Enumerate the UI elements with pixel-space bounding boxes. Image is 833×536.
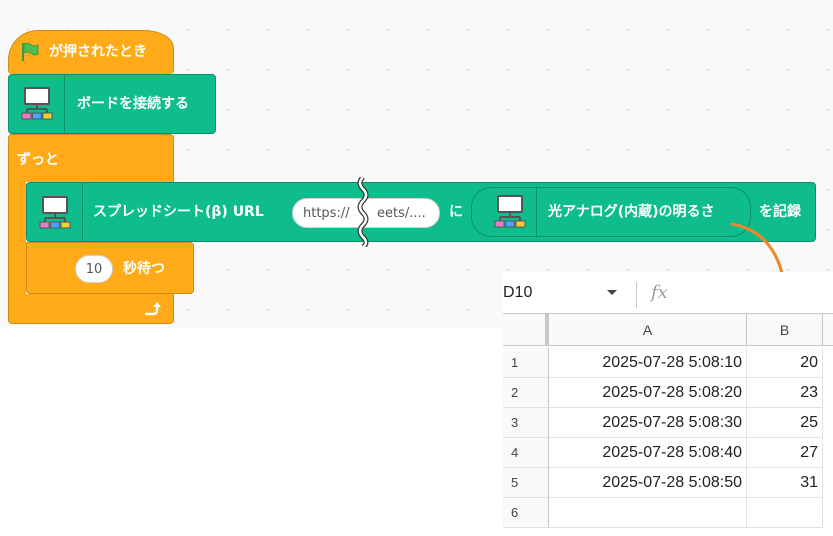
cell-a4[interactable]: 2025-07-28 5:08:40 <box>549 438 747 468</box>
cell-a6[interactable] <box>549 498 747 528</box>
forever-block-top[interactable]: ずっと <box>8 134 174 182</box>
cell-b5[interactable]: 31 <box>747 468 823 498</box>
column-header-b[interactable]: B <box>747 314 823 346</box>
cell-b2[interactable]: 23 <box>747 378 823 408</box>
sheet-grid[interactable]: A B 1 2025-07-28 5:08:10 20 2 2025-07-28… <box>503 314 833 536</box>
row-header-1[interactable]: 1 <box>503 348 549 378</box>
corner-header[interactable] <box>503 314 549 346</box>
board-icon <box>21 87 53 120</box>
column-header-a[interactable]: A <box>549 314 747 346</box>
wait-seconds-input[interactable]: 10 <box>75 255 113 283</box>
light-sensor-reporter[interactable]: 光アナログ(内蔵)の明るさ <box>471 187 751 237</box>
url-start-text: https:// <box>303 206 350 221</box>
cell-b4[interactable]: 27 <box>747 438 823 468</box>
fx-icon: fx <box>651 282 668 303</box>
cell-b1[interactable]: 20 <box>747 348 823 378</box>
forever-label: ずっと <box>17 152 59 168</box>
record-label: スプレッドシート(β) URL <box>93 204 264 220</box>
wait-label: 秒待つ <box>123 261 165 277</box>
row-header-6[interactable]: 6 <box>503 498 549 528</box>
formula-bar-divider <box>636 282 637 308</box>
name-box-dropdown-icon[interactable] <box>607 290 617 295</box>
row-header-3[interactable]: 3 <box>503 408 549 438</box>
spreadsheet-panel: D10 fx A B 1 2025-07-28 5:08:10 20 2 202… <box>503 272 833 536</box>
board-extension-icon <box>9 75 65 133</box>
board-icon <box>39 196 71 229</box>
row-header-5[interactable]: 5 <box>503 468 549 498</box>
column-header-c[interactable] <box>823 314 833 346</box>
wait-seconds-value: 10 <box>85 261 103 277</box>
reporter-label: 光アナログ(内蔵)の明るさ <box>548 204 715 220</box>
cell-a2[interactable]: 2025-07-28 5:08:20 <box>549 378 747 408</box>
name-box[interactable]: D10 <box>503 284 532 302</box>
row-header-4[interactable]: 4 <box>503 438 549 468</box>
record-extension-icon <box>27 183 83 241</box>
when-flag-clicked-block[interactable]: が押されたとき <box>8 30 174 74</box>
row-header-2[interactable]: 2 <box>503 378 549 408</box>
hat-block-label: が押されたとき <box>49 44 147 60</box>
green-flag-icon <box>22 42 39 61</box>
connect-board-label: ボードを接続する <box>77 96 189 112</box>
forever-block-bottom[interactable] <box>8 294 174 324</box>
to-label: に <box>449 204 463 220</box>
wait-block[interactable]: 10 秒待つ <box>26 242 194 294</box>
truncation-wave-icon <box>357 177 369 247</box>
cell-b6[interactable] <box>747 498 823 528</box>
connect-board-block[interactable]: ボードを接続する <box>8 74 216 134</box>
cell-a1[interactable]: 2025-07-28 5:08:10 <box>549 348 747 378</box>
url-end-text: eets/.... <box>377 206 426 221</box>
record-spreadsheet-block[interactable]: スプレッドシート(β) URL https:// eets/.... に 光アナ… <box>26 177 816 247</box>
board-icon <box>494 195 526 228</box>
forever-block-side <box>8 182 26 294</box>
cell-a5[interactable]: 2025-07-28 5:08:50 <box>549 468 747 498</box>
reporter-extension-divider <box>536 188 537 236</box>
cell-a3[interactable]: 2025-07-28 5:08:30 <box>549 408 747 438</box>
loop-arrow-icon <box>144 302 161 316</box>
cell-b3[interactable]: 25 <box>747 408 823 438</box>
